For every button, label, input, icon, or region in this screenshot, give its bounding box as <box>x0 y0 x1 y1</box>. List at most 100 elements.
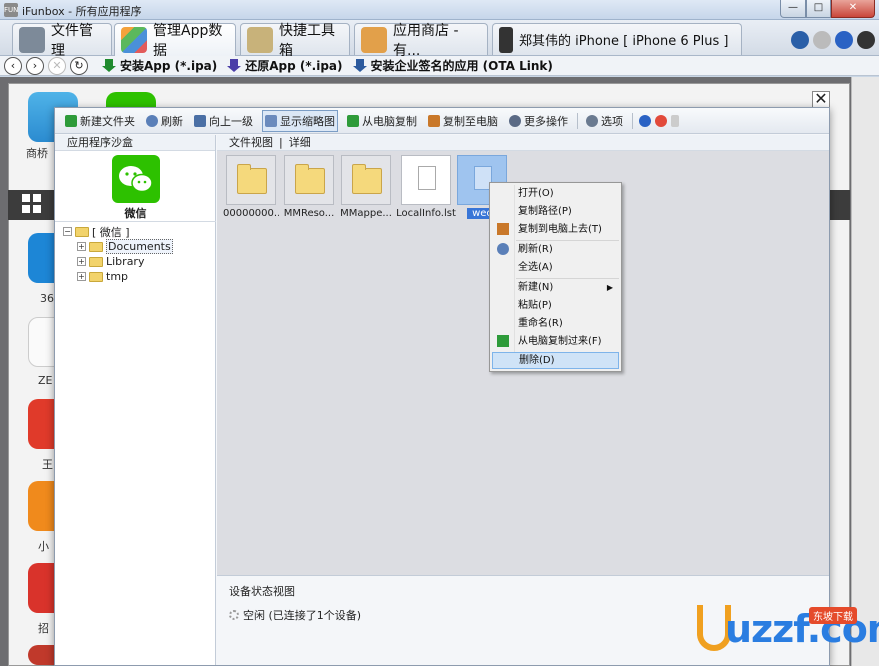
refresh-label: 刷新 <box>161 114 183 128</box>
up-level-button[interactable]: 向上一级 <box>192 111 255 131</box>
forward-button[interactable]: › <box>26 56 44 75</box>
reload-button[interactable]: ↻ <box>70 56 88 75</box>
app-label: 36 <box>40 292 54 305</box>
install-app-label: 安装App (*.ipa) <box>120 59 218 73</box>
collapse-toggle[interactable]: − <box>63 227 72 236</box>
stop-button[interactable]: ✕ <box>48 56 66 75</box>
file-name: MMReso... <box>283 208 335 219</box>
weibo-icon[interactable] <box>655 114 667 127</box>
tree-label: tmp <box>106 270 129 283</box>
header-divider: | <box>279 136 283 149</box>
grid-view-icon[interactable] <box>22 194 42 214</box>
copy-to-pc-button[interactable]: 复制至电脑 <box>426 111 500 131</box>
globe-icon[interactable] <box>791 31 809 49</box>
new-folder-label: 新建文件夹 <box>80 114 135 128</box>
refresh-icon[interactable] <box>813 31 831 49</box>
info-icon[interactable] <box>835 31 853 49</box>
site-watermark: uzzf.com 东坡下载 <box>697 605 879 661</box>
tab-toolbox[interactable]: 快捷工具箱 <box>240 23 350 59</box>
tab-manage-app-data[interactable]: 管理App数据 <box>114 23 236 59</box>
menu-label: 刷新(R) <box>518 244 553 255</box>
new-folder-button[interactable]: 新建文件夹 <box>63 111 137 131</box>
export-icon <box>497 223 509 235</box>
info-icon[interactable] <box>639 114 651 127</box>
show-thumbnails-label: 显示缩略图 <box>280 114 335 128</box>
menu-item-new[interactable]: 新建(N) ▶ <box>492 279 619 296</box>
more-actions-label: 更多操作 <box>524 114 568 128</box>
tree-label: Library <box>106 255 145 268</box>
app-store-icon <box>361 26 387 53</box>
file-item[interactable]: 00000000... <box>223 155 279 219</box>
menu-item-rename[interactable]: 重命名(R) <box>492 315 619 332</box>
header-icons <box>791 31 875 49</box>
folder-tree: − [ 微信 ] + Documents + Library + tmp <box>55 221 216 284</box>
file-item[interactable]: MMReso... <box>281 155 337 219</box>
toolbar-divider <box>632 112 633 129</box>
detail-view-tab[interactable]: 详细 <box>289 135 311 150</box>
menu-item-copy-to-pc[interactable]: 复制到电脑上去(T) <box>492 221 619 238</box>
expand-toggle[interactable]: + <box>77 257 86 266</box>
device-status-text: 空闲 (已连接了1个设备) <box>243 609 362 622</box>
tree-node-root[interactable]: − [ 微信 ] <box>55 224 216 239</box>
options-button[interactable]: 选项 <box>584 111 625 131</box>
install-enterprise-label: 安装企业签名的应用 (OTA Link) <box>370 59 553 73</box>
menu-item-open[interactable]: 打开(O) <box>492 185 619 202</box>
menu-item-refresh[interactable]: 刷新(R) <box>492 241 619 258</box>
expand-toggle[interactable]: + <box>77 272 86 281</box>
tab-label: 郑其伟的 iPhone [ iPhone 6 Plus ] <box>519 34 729 49</box>
tree-label: [ 微信 ] <box>92 225 130 239</box>
sandbox-pane: 应用程序沙盒 微信 − [ 微信 ] + Documents + Library… <box>55 135 216 665</box>
download-icon <box>102 58 116 73</box>
window-controls: — □ ✕ <box>780 0 875 18</box>
app-label: 招 <box>38 622 49 635</box>
tab-file-manager[interactable]: 文件管理 <box>12 23 112 59</box>
tree-node-tmp[interactable]: + tmp <box>55 269 216 284</box>
tab-label: 管理App数据 <box>153 23 223 59</box>
menu-item-paste[interactable]: 粘贴(P) <box>492 297 619 314</box>
back-button[interactable]: ‹ <box>4 56 22 75</box>
up-level-label: 向上一级 <box>209 114 253 128</box>
menu-item-copy-path[interactable]: 复制路径(P) <box>492 203 619 220</box>
tree-node-documents[interactable]: + Documents <box>55 239 216 254</box>
tree-node-library[interactable]: + Library <box>55 254 216 269</box>
show-thumbnails-button[interactable]: 显示缩略图 <box>262 109 338 132</box>
expand-toggle[interactable]: + <box>77 242 86 251</box>
power-icon[interactable] <box>857 31 875 49</box>
menu-label: 新建(N) <box>518 282 554 293</box>
overflow-chevron-icon[interactable] <box>671 114 679 127</box>
download-icon <box>227 58 242 73</box>
tab-device[interactable]: 郑其伟的 iPhone [ iPhone 6 Plus ] <box>492 23 742 55</box>
restore-app-label: 还原App (*.ipa) <box>245 59 343 73</box>
folder-icon <box>295 164 325 194</box>
copy-from-pc-label: 从电脑复制 <box>362 114 417 128</box>
tab-app-store[interactable]: 应用商店 - 有... <box>354 23 488 59</box>
refresh-button[interactable]: 刷新 <box>144 111 185 131</box>
app-label: 小 <box>38 540 49 553</box>
wechat-logo-icon <box>112 155 160 203</box>
menu-item-select-all[interactable]: 全选(A) <box>492 259 619 276</box>
menu-item-delete[interactable]: 删除(D) <box>492 352 619 369</box>
gear-icon <box>586 114 598 127</box>
more-actions-button[interactable]: 更多操作 <box>507 111 570 131</box>
copy-from-pc-button[interactable]: 从电脑复制 <box>345 111 419 131</box>
close-window-button[interactable]: ✕ <box>831 0 875 18</box>
thumbnails-icon <box>265 114 277 127</box>
device-status-header: 设备状态视图 <box>229 585 295 598</box>
chevron-down-icon <box>509 114 521 127</box>
minimize-button[interactable]: — <box>780 0 806 18</box>
app-label: 王 <box>42 458 53 471</box>
file-item[interactable]: LocalInfo.lst <box>396 155 456 219</box>
maximize-button[interactable]: □ <box>806 0 831 18</box>
sandbox-header: 应用程序沙盒 <box>55 135 215 151</box>
background-scrollbar[interactable] <box>851 77 879 666</box>
toolbar-divider <box>577 112 578 129</box>
window-title: iFunbox - 所有应用程序 <box>22 5 142 18</box>
menu-item-copy-from-pc[interactable]: 从电脑复制过来(F) <box>492 333 619 350</box>
file-thumbnail <box>226 155 276 205</box>
install-enterprise-button[interactable]: 安装企业签名的应用 (OTA Link) <box>352 57 553 74</box>
options-label: 选项 <box>601 114 623 128</box>
file-view-tab[interactable]: 文件视图 <box>229 135 273 150</box>
install-app-button[interactable]: 安装App (*.ipa) <box>102 57 217 74</box>
restore-app-button[interactable]: 还原App (*.ipa) <box>227 57 343 74</box>
file-item[interactable]: MMappe... <box>338 155 394 219</box>
